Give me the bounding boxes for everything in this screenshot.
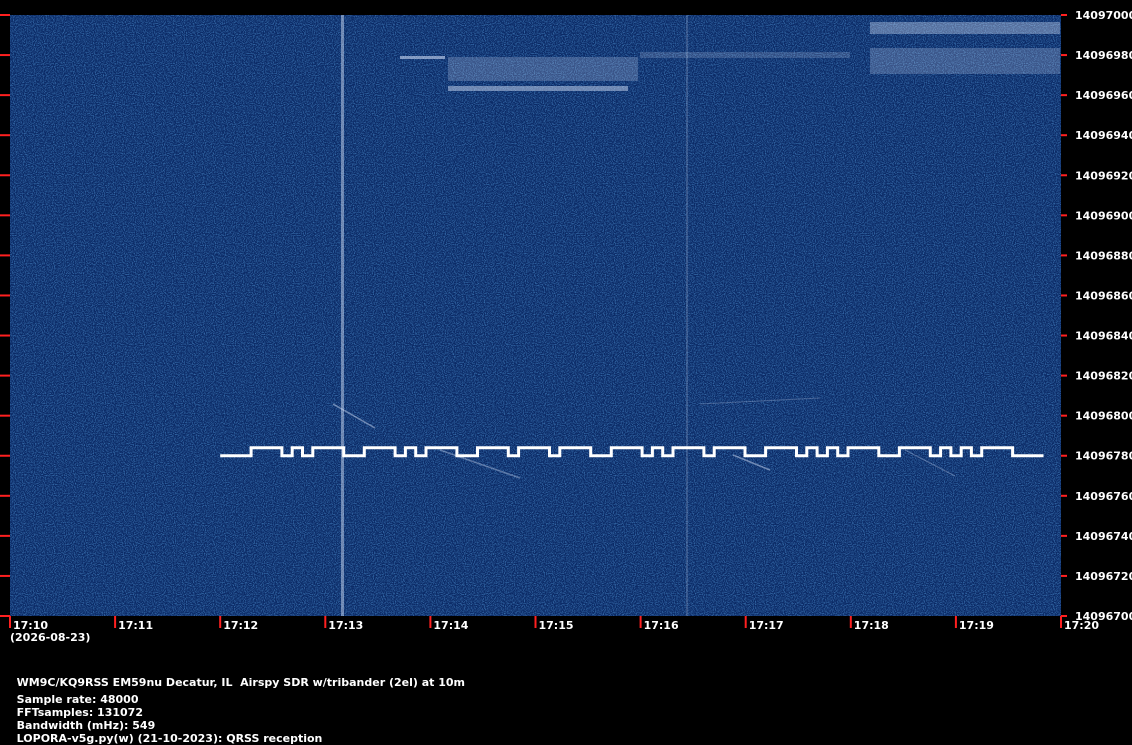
y-tick-label: 14096760 xyxy=(1075,490,1132,503)
software-text: LOPORA-v5g.py(w) (21-10-2023): QRSS rece… xyxy=(16,732,323,745)
x-tick-label: 17:14 xyxy=(433,619,468,632)
signal-band-top xyxy=(870,22,1060,34)
y-tick-label: 14096920 xyxy=(1075,169,1132,182)
bandwidth-text: Bandwidth (mHz): 549 xyxy=(16,719,156,732)
settings-info: Sample rate: 48000 FFTsamples: 131072 Ba… xyxy=(9,680,336,745)
x-tick-label: 17:13 xyxy=(328,619,363,632)
fft-samples-text: FFTsamples: 131072 xyxy=(16,706,143,719)
x-tick-label: 17:18 xyxy=(854,619,889,632)
x-tick-label: 17:19 xyxy=(959,619,994,632)
y-tick-label: 14096980 xyxy=(1075,49,1132,62)
vertical-carrier xyxy=(341,15,344,616)
waterfall-noise xyxy=(10,15,1061,616)
vertical-carrier-faint xyxy=(686,15,688,616)
signal-band-right xyxy=(870,48,1060,74)
y-tick-label: 14096940 xyxy=(1075,129,1132,142)
signal-band-lower xyxy=(448,86,628,91)
y-tick-label: 14096820 xyxy=(1075,370,1132,383)
waterfall-chart: 1409670014096720140967401409676014096780… xyxy=(0,9,1132,644)
x-tick-label: 17:11 xyxy=(118,619,153,632)
signal-streak-mid xyxy=(640,52,850,58)
x-tick-label: 17:17 xyxy=(749,619,784,632)
y-tick-label: 14096800 xyxy=(1075,410,1132,423)
y-tick-label: 14096860 xyxy=(1075,289,1132,302)
x-tick-label: 17:16 xyxy=(644,619,679,632)
y-tick-label: 14096780 xyxy=(1075,450,1132,463)
y-tick-label: 14096960 xyxy=(1075,89,1132,102)
signal-band xyxy=(448,57,638,81)
sample-rate-text: Sample rate: 48000 xyxy=(16,693,139,706)
x-tick-label: 17:15 xyxy=(539,619,574,632)
y-tick-label: 14096740 xyxy=(1075,530,1132,543)
y-tick-label: 14096880 xyxy=(1075,249,1132,262)
signal-streak xyxy=(400,56,445,59)
time-axis: 17:10 17:11 17:12 17:13 17:14 17:15 17:16 17:17… xyxy=(9,616,1099,632)
y-tick-label: 14096840 xyxy=(1075,330,1132,343)
y-tick-label: 14096900 xyxy=(1075,209,1132,222)
date-label: (2026-08-23) xyxy=(10,631,90,644)
y-tick-label: 14096720 xyxy=(1075,570,1132,583)
x-tick-label: 17:12 xyxy=(223,619,258,632)
y-tick-label: 14097000 xyxy=(1075,9,1132,22)
x-tick-label: 17:20 xyxy=(1064,619,1099,632)
